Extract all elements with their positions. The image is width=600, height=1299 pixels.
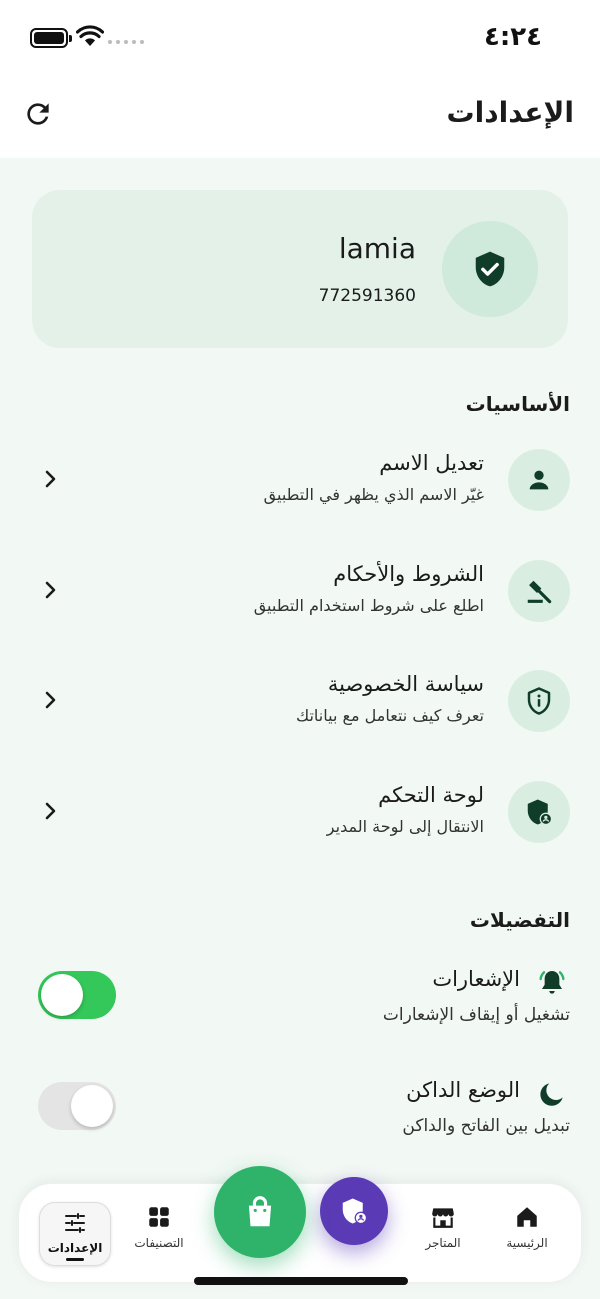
- dark-mode-toggle[interactable]: [38, 1082, 116, 1130]
- row-icon-bg: [508, 670, 570, 732]
- nav-item-settings[interactable]: الإعدادات: [39, 1202, 111, 1266]
- row-title: تعديل الاسم: [379, 451, 484, 475]
- bell-icon: [539, 971, 565, 994]
- refresh-icon: [27, 103, 49, 125]
- pref-subtitle: تبديل بين الفاتح والداكن: [402, 1116, 570, 1136]
- toggle-knob: [41, 974, 83, 1016]
- row-subtitle: تعرف كيف نتعامل مع بياناتك: [295, 706, 484, 725]
- store-icon: [432, 1208, 454, 1228]
- settings-item-edit-name[interactable]: تعديل الاسم غيّر الاسم الذي يظهر في التط…: [30, 449, 570, 539]
- row-icon-bg: [508, 560, 570, 622]
- nav-label: الرئيسية: [506, 1236, 548, 1250]
- row-icon-bg: [508, 449, 570, 511]
- nav-item-stores[interactable]: المتاجر: [403, 1204, 483, 1268]
- person-icon: [529, 470, 549, 490]
- admin-shield-icon: [342, 1198, 368, 1225]
- pref-title: الوضع الداكن: [406, 1078, 520, 1102]
- profile-card: lamia 772591360: [32, 190, 568, 348]
- chevron-right-icon: [45, 581, 56, 599]
- row-title: الشروط والأحكام: [333, 562, 484, 586]
- nav-item-categories[interactable]: التصنيفات: [119, 1204, 199, 1268]
- shopping-bag-icon: [248, 1196, 272, 1227]
- grid-icon: [149, 1207, 169, 1227]
- section-title-basics: الأساسيات: [465, 392, 570, 416]
- settings-item-dashboard[interactable]: لوحة التحكم الانتقال إلى لوحة المدير: [30, 781, 570, 871]
- nav-label: الإعدادات: [47, 1241, 103, 1255]
- refresh-button[interactable]: [22, 98, 54, 130]
- row-subtitle: اطلع على شروط استخدام التطبيق: [253, 596, 484, 615]
- row-title: لوحة التحكم: [378, 783, 484, 807]
- cellular-signal-icon: [108, 40, 144, 44]
- status-bar: ٤:٢٤: [0, 0, 600, 78]
- profile-phone: 772591360: [318, 286, 416, 306]
- chevron-right-icon: [45, 691, 56, 709]
- settings-item-terms[interactable]: الشروط والأحكام اطلع على شروط استخدام ال…: [30, 560, 570, 650]
- gavel-icon: [527, 580, 552, 604]
- pref-subtitle: تشغيل أو إيقاف الإشعارات: [382, 1005, 570, 1025]
- shield-info-icon: [527, 687, 551, 715]
- sliders-icon: [65, 1213, 85, 1233]
- preference-dark-mode: الوضع الداكن تبديل بين الفاتح والداكن: [30, 1074, 570, 1154]
- chevron-right-icon: [45, 470, 56, 488]
- app-header: الإعدادات: [0, 78, 600, 158]
- active-indicator: [66, 1258, 84, 1261]
- page-title: الإعدادات: [446, 96, 574, 129]
- nav-label: المتاجر: [425, 1236, 461, 1250]
- pref-title: الإشعارات: [432, 967, 520, 991]
- battery-icon: [30, 28, 72, 48]
- notifications-toggle[interactable]: [38, 971, 116, 1019]
- toggle-knob: [71, 1085, 113, 1127]
- cart-fab-button[interactable]: [214, 1166, 306, 1258]
- settings-item-privacy[interactable]: سياسة الخصوصية تعرف كيف نتعامل مع بيانات…: [30, 670, 570, 760]
- shield-check-icon: [475, 251, 505, 287]
- profile-name: lamia: [338, 232, 416, 265]
- nav-label: التصنيفات: [134, 1236, 184, 1250]
- row-subtitle: الانتقال إلى لوحة المدير: [326, 817, 484, 836]
- status-time: ٤:٢٤: [483, 22, 542, 52]
- profile-avatar: [442, 221, 538, 317]
- moon-icon: [540, 1083, 563, 1106]
- admin-fab-button[interactable]: [320, 1177, 388, 1245]
- section-title-preferences: التفضيلات: [469, 908, 570, 932]
- nav-item-home[interactable]: الرئيسية: [487, 1204, 567, 1268]
- preference-notifications: الإشعارات تشغيل أو إيقاف الإشعارات: [30, 963, 570, 1043]
- home-indicator: [194, 1277, 408, 1285]
- row-icon-bg: [508, 781, 570, 843]
- home-icon: [517, 1207, 537, 1227]
- row-title: سياسة الخصوصية: [327, 672, 484, 696]
- admin-shield-icon: [527, 799, 553, 826]
- chevron-right-icon: [45, 802, 56, 820]
- wifi-icon: [76, 25, 104, 46]
- row-subtitle: غيّر الاسم الذي يظهر في التطبيق: [263, 485, 484, 504]
